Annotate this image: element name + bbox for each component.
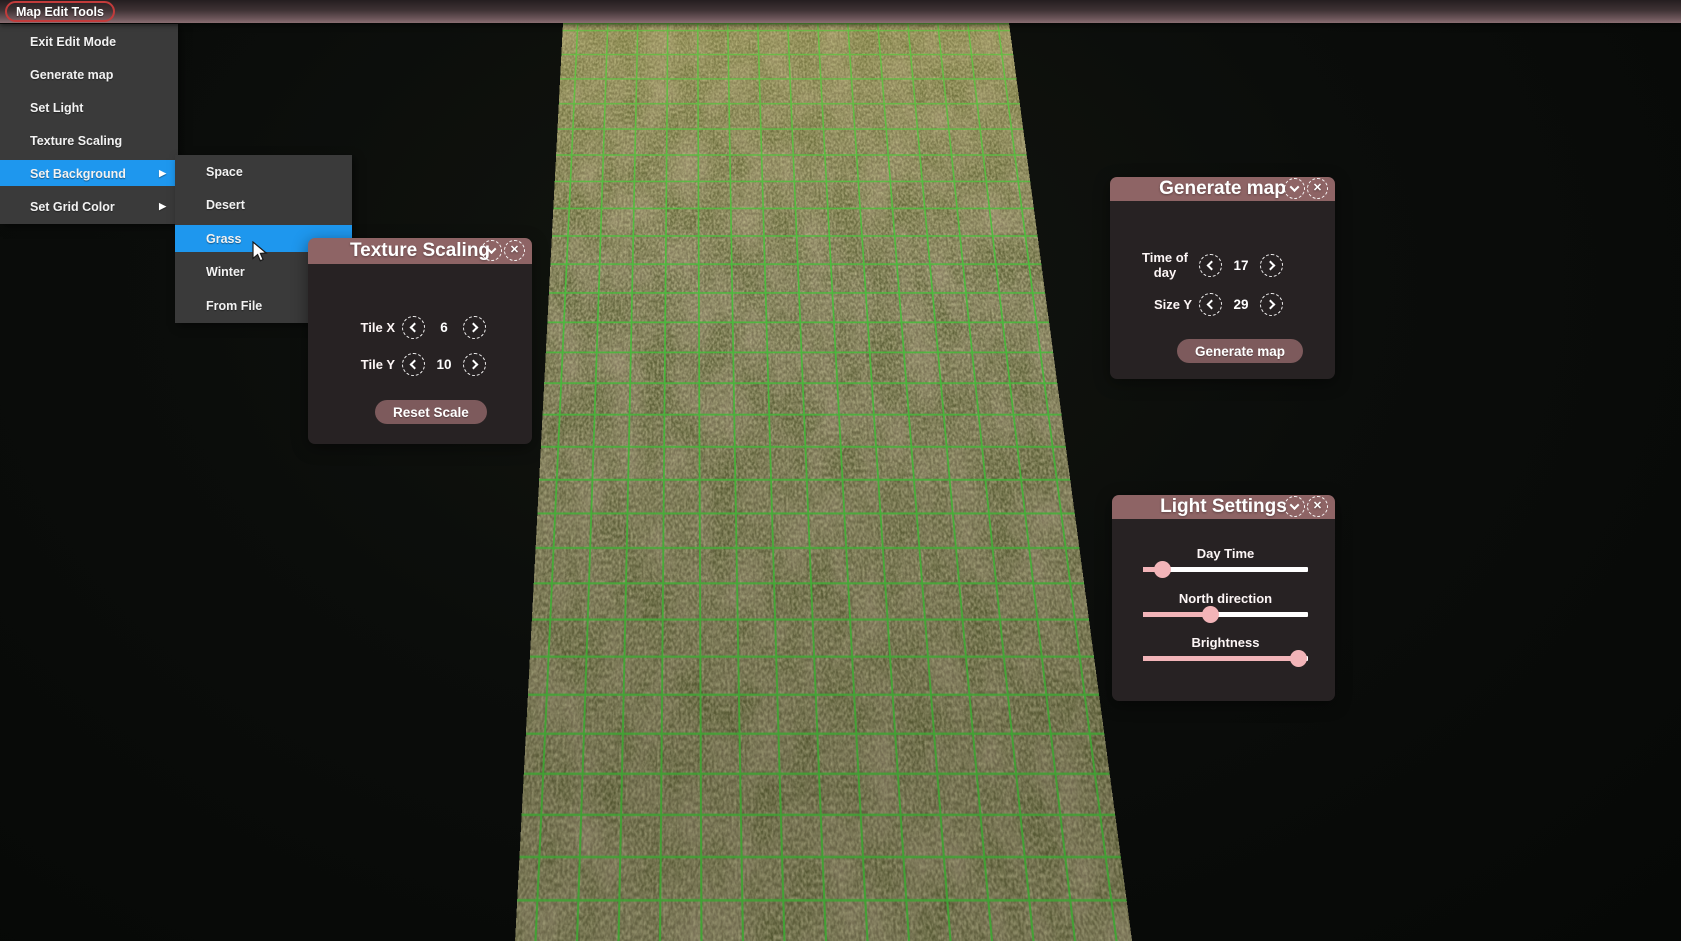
map-edit-tools-button[interactable]: Map Edit Tools (5, 1, 115, 22)
generate-map-body: Time of day 17 Size Y 29 Generate map (1110, 201, 1335, 379)
day-time-slider[interactable] (1143, 561, 1308, 578)
brightness-label: Brightness (1191, 635, 1260, 650)
tile-x-increment-button[interactable] (463, 316, 486, 339)
texture-scaling-body: Tile X 6 Tile Y 10 Reset Scale (308, 264, 532, 444)
submenu-arrow-icon: ▶ (159, 201, 166, 211)
north-direction-label: North direction (1178, 591, 1273, 606)
brightness-slider-group: Brightness (1143, 635, 1308, 667)
menu-item-set-background[interactable]: Set Background ▶ (0, 157, 178, 190)
close-icon[interactable]: ✕ (1307, 496, 1328, 517)
submenu-item-space[interactable]: Space (175, 155, 352, 189)
menu-item-label: Exit Edit Mode (30, 34, 117, 49)
tile-y-row: Tile Y 10 (343, 353, 486, 376)
menu-item-exit-edit-mode[interactable]: Exit Edit Mode (0, 25, 178, 58)
chevron-right-icon (1265, 299, 1276, 310)
chevron-right-icon (1265, 260, 1276, 271)
tile-x-row: Tile X 6 (343, 316, 486, 339)
collapse-icon[interactable] (1284, 496, 1305, 517)
chevron-down-icon (1289, 500, 1300, 511)
chevron-left-icon (1206, 299, 1217, 310)
panel-title-text: Generate map (1159, 178, 1286, 199)
light-settings-body: Day Time North direction Brightness (1112, 519, 1335, 701)
map-lighting-overlay (496, 23, 1180, 941)
texture-scaling-title-bar[interactable]: Texture Scaling ✕ (308, 238, 532, 264)
tile-y-increment-button[interactable] (463, 353, 486, 376)
menu-item-label: Texture Scaling (30, 133, 123, 148)
chevron-left-icon (409, 322, 420, 333)
light-settings-title-bar[interactable]: Light Settings ✕ (1112, 495, 1335, 519)
tile-x-label: Tile X (360, 320, 395, 335)
size-y-label: Size Y (1153, 297, 1192, 312)
top-menu-bar: Map Edit Tools (0, 0, 1681, 23)
menu-item-generate-map[interactable]: Generate map (0, 58, 178, 91)
brightness-slider[interactable] (1143, 650, 1308, 667)
close-glyph: ✕ (1312, 500, 1323, 512)
panel-title-text: Texture Scaling (349, 240, 491, 261)
size-y-row: Size Y 29 (1138, 293, 1283, 316)
tile-y-value: 10 (436, 357, 452, 372)
tile-y-decrement-button[interactable] (402, 353, 425, 376)
reset-scale-button[interactable]: Reset Scale (375, 400, 487, 424)
slider-fill (1143, 656, 1299, 661)
day-time-slider-group: Day Time (1143, 546, 1308, 578)
tile-y-label: Tile Y (360, 357, 395, 372)
close-glyph: ✕ (1312, 182, 1323, 194)
menu-item-set-grid-color[interactable]: Set Grid Color ▶ (0, 190, 178, 223)
north-direction-slider-group: North direction (1143, 591, 1308, 623)
close-glyph: ✕ (509, 244, 520, 256)
slider-fill (1143, 612, 1211, 617)
chevron-down-icon (1289, 182, 1300, 193)
generate-map-button[interactable]: Generate map (1177, 339, 1304, 363)
size-y-value: 29 (1233, 297, 1249, 312)
size-y-decrement-button[interactable] (1199, 293, 1222, 316)
day-time-label: Day Time (1196, 546, 1255, 561)
tile-x-decrement-button[interactable] (402, 316, 425, 339)
map-grid-plane[interactable] (496, 23, 1180, 941)
chevron-right-icon (468, 322, 479, 333)
menu-item-label: Set Background (30, 166, 126, 181)
submenu-item-label: Grass (206, 231, 242, 246)
time-of-day-label: Time of day (1142, 250, 1188, 280)
menu-item-label: Set Light (30, 100, 84, 115)
menu-item-texture-scaling[interactable]: Texture Scaling (0, 124, 178, 157)
submenu-item-label: Space (206, 164, 243, 179)
map-edit-tools-menu: Exit Edit Mode Generate map Set Light Te… (0, 24, 178, 224)
submenu-item-label: Winter (206, 265, 245, 280)
menu-item-set-light[interactable]: Set Light (0, 91, 178, 124)
collapse-icon[interactable] (481, 240, 502, 261)
size-y-increment-button[interactable] (1260, 293, 1283, 316)
chevron-right-icon (468, 359, 479, 370)
generate-map-panel: Generate map ✕ Time of day 17 Size Y 29 … (1110, 177, 1335, 379)
slider-thumb[interactable] (1202, 606, 1220, 623)
close-icon[interactable]: ✕ (1307, 178, 1328, 199)
time-of-day-row: Time of day 17 (1138, 250, 1283, 281)
north-direction-slider[interactable] (1143, 606, 1308, 623)
submenu-item-label: Desert (206, 198, 245, 213)
submenu-item-desert[interactable]: Desert (175, 189, 352, 223)
chevron-down-icon (486, 244, 497, 255)
map-edit-tools-label: Map Edit Tools (16, 4, 104, 19)
light-settings-panel: Light Settings ✕ Day Time North directio… (1112, 495, 1335, 701)
time-of-day-decrement-button[interactable] (1199, 254, 1222, 278)
slider-thumb[interactable] (1154, 561, 1172, 578)
texture-scaling-panel: Texture Scaling ✕ Tile X 6 Tile Y 10 Res… (308, 238, 532, 444)
time-of-day-value: 17 (1233, 258, 1249, 274)
panel-title-text: Light Settings (1160, 496, 1287, 517)
submenu-item-label: From File (206, 298, 263, 313)
menu-item-label: Generate map (30, 67, 114, 82)
generate-map-title-bar[interactable]: Generate map ✕ (1110, 177, 1335, 201)
chevron-left-icon (409, 359, 420, 370)
collapse-icon[interactable] (1284, 178, 1305, 199)
time-of-day-increment-button[interactable] (1260, 254, 1283, 278)
chevron-left-icon (1206, 260, 1217, 271)
menu-item-label: Set Grid Color (30, 199, 115, 214)
submenu-arrow-icon: ▶ (159, 168, 166, 178)
slider-thumb[interactable] (1289, 650, 1307, 667)
tile-x-value: 6 (440, 320, 448, 335)
close-icon[interactable]: ✕ (504, 240, 525, 261)
